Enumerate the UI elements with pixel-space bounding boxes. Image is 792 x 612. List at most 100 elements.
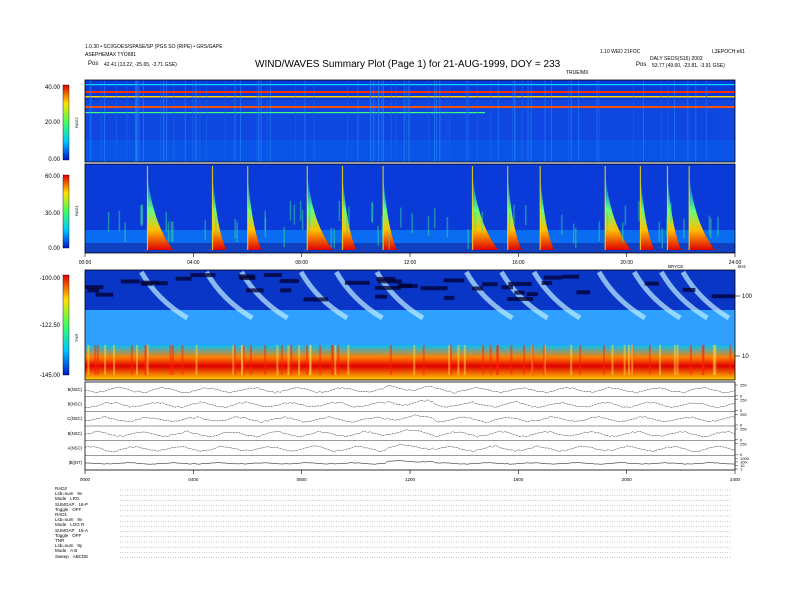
tnr-dark-patch: [711, 294, 736, 299]
rad2-streak: [465, 80, 467, 162]
rad2-streak: [206, 80, 207, 162]
mag-x-tick-label: 2000: [622, 477, 633, 482]
footer-row-value: OFF: [72, 506, 82, 512]
tnr-band-texture: [309, 345, 312, 375]
mag-right-tick-label: 250: [740, 397, 747, 402]
tnr-dark-patch: [644, 281, 660, 286]
rad1-texture: [289, 200, 292, 221]
tnr-band-texture: [531, 345, 534, 375]
tnr-band-texture: [113, 345, 116, 375]
footer-dotted-lines: [120, 489, 732, 558]
rad1-burst-onset: [507, 166, 509, 250]
tnr-band-texture: [290, 345, 293, 375]
tnr-band-texture: [689, 345, 692, 375]
rad2-streak: [695, 80, 697, 162]
rad1-cbar-tick-0: 60.00: [45, 174, 61, 180]
rad1-low-band: [85, 243, 735, 253]
rad2-streak: [395, 80, 397, 162]
tnr-band-texture: [422, 345, 425, 375]
rad2-streak: [224, 80, 226, 162]
rad1-x-tick-label: 20:00: [620, 260, 633, 266]
tnr-band-texture: [489, 345, 492, 375]
mag-x-tick-label: 2400: [730, 477, 741, 482]
rad2-streak: [527, 80, 529, 162]
rad2-streak: [370, 80, 372, 162]
rad2-panel: 40.00 20.00 0.00 RAD2: [45, 79, 736, 163]
tnr-band-texture: [264, 345, 267, 375]
rad2-streak: [406, 80, 407, 162]
tnr-band-texture: [482, 345, 485, 375]
rad1-texture: [309, 206, 311, 227]
rad1-burst-onset: [306, 166, 308, 250]
tnr-band-texture: [611, 345, 614, 375]
rad2-streak: [530, 80, 532, 162]
rad2-streak: [143, 80, 144, 162]
tnr-panel-label: TNR: [74, 334, 79, 342]
tnr-band-texture: [195, 345, 198, 375]
footer-row: Sweep ABCDE: [55, 554, 88, 559]
rad2-streak: [512, 80, 514, 162]
rad2-streak: [138, 80, 140, 162]
mag-x-tick-label: 1600: [513, 477, 524, 482]
rad1-texture: [204, 219, 207, 240]
rad2-streak: [90, 80, 92, 162]
tnr-top-right-label: BRYCE: [668, 264, 683, 269]
rad1-texture: [346, 215, 348, 236]
tnr-colorbar: [62, 274, 70, 376]
rad2-streak: [596, 80, 598, 162]
rad1-texture: [167, 221, 170, 242]
rad1-burst-onset: [666, 166, 669, 250]
rad2-streak: [104, 80, 105, 162]
tnr-dark-patch: [576, 290, 591, 295]
tnr-band-texture: [648, 345, 651, 375]
rad1-texture: [621, 222, 624, 243]
rad2-streak: [269, 80, 271, 162]
tnr-dark-patch: [95, 292, 114, 297]
mag-series-line: [84, 385, 736, 394]
rad1-texture: [427, 215, 430, 236]
mag-x-axis: 0000 0400 0800 1200 1600 2000 2400: [80, 470, 741, 482]
rad1-texture: [107, 211, 110, 232]
rad1-x-tick-label: 12:00: [404, 260, 417, 266]
rad1-texture: [234, 218, 236, 239]
tnr-dark-patch: [561, 274, 580, 279]
rad1-burst-onset: [247, 166, 249, 250]
rad1-texture: [388, 229, 390, 250]
rad2-streak: [382, 80, 384, 162]
tnr-cbar-tick-2: -145.00: [40, 373, 61, 379]
rad1-colorbar: [62, 174, 70, 249]
mag-series-line: [85, 460, 736, 465]
rad2-streak: [191, 80, 193, 162]
rad2-streak: [126, 80, 128, 162]
rad2-streak: [403, 80, 405, 162]
rad1-texture: [606, 212, 609, 233]
rad1-texture: [467, 228, 469, 249]
mag-x-tick-label: 0400: [188, 477, 199, 482]
magnetic-field-panel: B(NSC)2500B(NSC)2500C(NSC)2500B(NSC)2500…: [67, 381, 750, 482]
rad2-streak: [660, 80, 662, 162]
tnr-band-texture: [627, 345, 630, 375]
tnr-right-label: kHz: [738, 264, 746, 269]
rad2-streak: [598, 80, 600, 162]
rad2-streak: [551, 80, 552, 162]
rad2-streak: [138, 80, 139, 162]
tnr-dark-patch: [374, 285, 401, 290]
tnr-band-texture: [457, 345, 460, 375]
rad2-line-5: [85, 84, 735, 86]
rad2-streak: [490, 80, 492, 162]
rad1-texture: [446, 217, 449, 238]
rad1-burst-onset: [639, 166, 642, 250]
rad1-texture: [338, 200, 341, 221]
rad1-texture: [509, 211, 511, 232]
rad1-texture: [165, 211, 168, 232]
rad2-streak: [435, 80, 437, 162]
tnr-band-texture: [181, 345, 184, 375]
mag-x-tick-label: 1200: [405, 477, 416, 482]
tnr-dark-patch: [482, 282, 498, 287]
rad2-streak: [390, 80, 392, 162]
tnr-dark-patch: [120, 279, 140, 284]
rad2-streak: [256, 80, 258, 162]
tnr-cbar-tick-0: -100.00: [40, 276, 61, 282]
tnr-band-texture: [448, 345, 451, 375]
tnr-band-texture: [242, 345, 245, 375]
